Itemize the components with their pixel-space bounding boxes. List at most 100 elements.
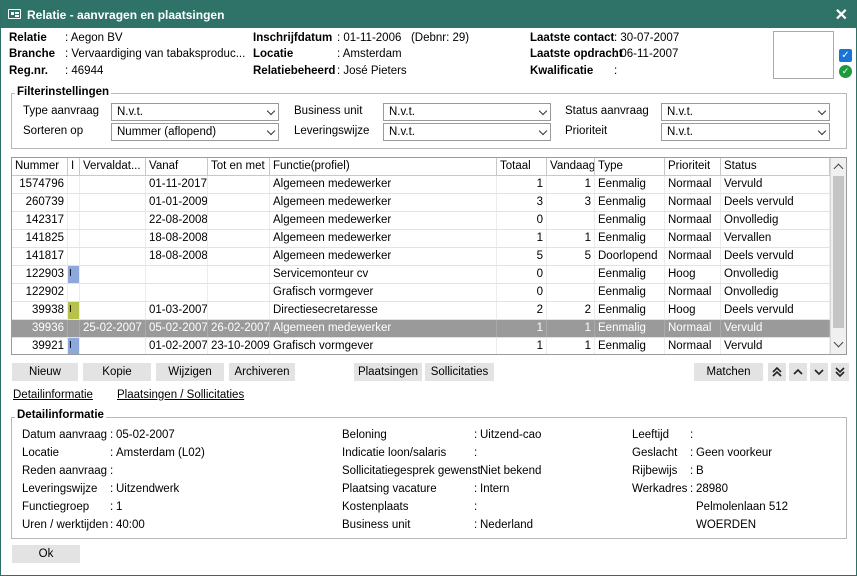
cell-status: Vervuld <box>721 338 830 354</box>
detail-separator: : <box>474 447 478 459</box>
detail-label: Business unit <box>342 519 411 531</box>
plaatsingen-button[interactable]: Plaatsingen <box>354 363 422 381</box>
vertical-scrollbar[interactable] <box>830 158 846 354</box>
sollicitaties-button[interactable]: Sollicitaties <box>425 363 494 381</box>
photo-placeholder[interactable] <box>773 31 834 79</box>
table-row[interactable]: 260739 01-01-2009 Algemeen medewerker 3 3 Een… <box>12 194 830 212</box>
move-down-button[interactable] <box>810 363 828 381</box>
filter-group-title: Filterinstellingen <box>15 86 112 98</box>
checkbox-checked-icon[interactable]: ✓ <box>839 49 852 62</box>
cell-totaal: 1 <box>497 320 547 337</box>
scroll-up-icon[interactable] <box>833 163 844 174</box>
column-header-totaal[interactable]: Totaal <box>497 158 547 176</box>
move-bottom-button[interactable] <box>831 363 849 381</box>
business-unit-select[interactable]: N.v.t. <box>383 103 551 121</box>
detail-separator: : <box>110 483 114 495</box>
cell-status: Onvolledig <box>721 266 830 283</box>
cell-verval <box>80 302 146 319</box>
cell-status: Onvolledig <box>721 212 830 229</box>
column-header-functie[interactable]: Functie(profiel) <box>270 158 497 176</box>
column-header-verval[interactable]: Vervaldat... <box>80 158 146 176</box>
column-header-vandaag[interactable]: Vandaag <box>547 158 595 176</box>
cell-nummer: 122903 <box>12 266 68 283</box>
cell-vanaf: 18-08-2008 <box>146 248 208 265</box>
table-row[interactable]: 142317 22-08-2008 Algemeen medewerker 0 Eenm… <box>12 212 830 230</box>
cell-vanaf: 01-03-2007 <box>146 302 208 319</box>
tab-plaatsingen-sollicitaties[interactable]: Plaatsingen / Sollicitaties <box>117 389 244 401</box>
scroll-down-icon[interactable] <box>833 337 844 348</box>
nieuw-button[interactable]: Nieuw <box>12 363 78 381</box>
cell-nummer: 142317 <box>12 212 68 229</box>
sorteren-label: Sorteren op <box>23 125 84 137</box>
wijzigen-button[interactable]: Wijzigen <box>156 363 224 381</box>
table-row[interactable]: 141825 18-08-2008 Algemeen medewerker 1 1 Een… <box>12 230 830 248</box>
prioriteit-label: Prioriteit <box>565 125 608 137</box>
type-aanvraag-select[interactable]: N.v.t. <box>111 103 279 121</box>
table-row[interactable]: 141817 18-08-2008 Algemeen medewerker 5 5 Doo… <box>12 248 830 266</box>
column-header-type[interactable]: Type <box>595 158 665 176</box>
cell-i <box>68 176 80 193</box>
column-header-i[interactable]: I <box>68 158 80 176</box>
detail-separator: : <box>474 465 478 477</box>
cell-functie: Algemeen medewerker <box>270 230 497 247</box>
opdracht-label: Laatste opdracht <box>530 48 623 60</box>
detail-label: Rijbewijs <box>632 465 678 477</box>
detail-label: Functiegroep <box>22 501 90 513</box>
detail-value: 40:00 <box>116 519 145 531</box>
cell-type: Eenmalig <box>595 230 665 247</box>
relatie-label: Relatie <box>9 32 47 44</box>
cell-vanaf: 18-08-2008 <box>146 230 208 247</box>
cell-tot <box>208 302 270 319</box>
chevron-down-icon <box>538 106 548 116</box>
table-row[interactable]: 122902 Grafisch vormgever 0 Eenmalig Normaal… <box>12 284 830 302</box>
archiveren-button[interactable]: Archiveren <box>229 363 295 381</box>
cell-nummer: 39938 <box>12 302 68 319</box>
detail-value: 28980 <box>696 483 728 495</box>
cell-tot <box>208 266 270 283</box>
column-header-status[interactable]: Status <box>721 158 830 176</box>
cell-i <box>68 320 80 337</box>
cell-prio: Normaal <box>665 230 721 247</box>
cell-status: Vervallen <box>721 230 830 247</box>
scroll-thumb[interactable] <box>833 176 844 328</box>
cell-tot <box>208 212 270 229</box>
sorteren-select[interactable]: Nummer (aflopend) <box>111 123 279 141</box>
cell-totaal: 0 <box>497 212 547 229</box>
down-icon <box>814 369 824 376</box>
cell-prio: Normaal <box>665 284 721 301</box>
ok-button[interactable]: Ok <box>12 545 80 563</box>
cell-prio: Normaal <box>665 176 721 193</box>
double-down-icon <box>835 367 845 378</box>
column-header-prio[interactable]: Prioriteit <box>665 158 721 176</box>
column-header-tot[interactable]: Tot en met <box>208 158 270 176</box>
chevron-down-icon <box>817 106 827 116</box>
column-header-vanaf[interactable]: Vanaf <box>146 158 208 176</box>
detail-value: Geen voorkeur <box>696 447 773 459</box>
detail-separator: : <box>690 447 694 459</box>
table-row[interactable]: 1574796 01-11-2017 Algemeen medewerker 1 1 Ee… <box>12 176 830 194</box>
cell-nummer: 141825 <box>12 230 68 247</box>
move-top-button[interactable] <box>768 363 786 381</box>
cell-prio: Normaal <box>665 212 721 229</box>
table-row[interactable]: 39936 25-02-2007 05-02-2007 26-02-2007 Algem… <box>12 320 830 338</box>
table-row[interactable]: 39921 I 01-02-2007 23-10-2009 Grafisch vormg… <box>12 338 830 354</box>
cell-type: Eenmalig <box>595 212 665 229</box>
cell-vanaf <box>146 266 208 283</box>
cell-functie: Grafisch vormgever <box>270 338 497 354</box>
prioriteit-select[interactable]: N.v.t. <box>661 123 830 141</box>
table-row[interactable]: 39938 I 01-03-2007 Directiesecretaresse 2 2 Ee… <box>12 302 830 320</box>
column-header-nummer[interactable]: Nummer <box>12 158 68 176</box>
leveringswijze-select[interactable]: N.v.t. <box>383 123 551 141</box>
tab-detailinformatie[interactable]: Detailinformatie <box>13 389 93 401</box>
kopie-button[interactable]: Kopie <box>83 363 151 381</box>
table-row[interactable]: 122903 I Servicemonteur cv 0 Eenmalig Hoog Onv… <box>12 266 830 284</box>
close-icon[interactable]: ✕ <box>835 5 848 25</box>
move-up-button[interactable] <box>789 363 807 381</box>
status-aanvraag-select[interactable]: N.v.t. <box>661 103 830 121</box>
detail-label: Beloning <box>342 429 387 441</box>
business-unit-label: Business unit <box>294 105 363 117</box>
contact-label: Laatste contact <box>530 32 615 44</box>
up-icon <box>793 368 803 375</box>
detail-separator: : <box>690 429 694 441</box>
matchen-button[interactable]: Matchen <box>694 363 763 381</box>
